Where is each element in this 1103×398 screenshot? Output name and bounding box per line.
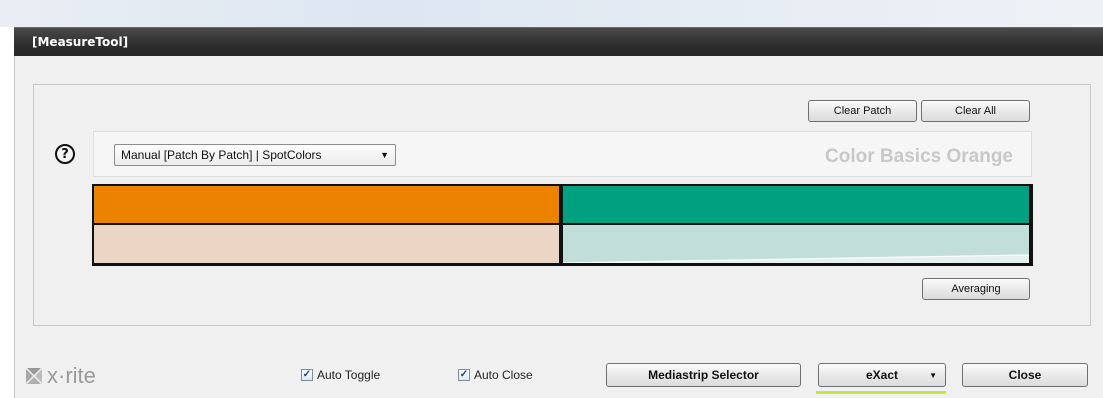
auto-toggle-label: Auto Toggle bbox=[317, 368, 381, 382]
checkbox-checked-icon: ✓ bbox=[301, 369, 313, 381]
patch-area bbox=[92, 184, 1033, 266]
patch-green-measured[interactable] bbox=[563, 225, 1029, 263]
device-label: eXact bbox=[865, 368, 899, 382]
patch-orange-target[interactable] bbox=[94, 186, 559, 223]
auto-close-label: Auto Close bbox=[474, 368, 533, 382]
xrite-logo-icon bbox=[26, 368, 42, 384]
auto-close-checkbox[interactable]: ✓ Auto Close bbox=[458, 368, 533, 382]
brand-text: x·rite bbox=[47, 363, 96, 388]
help-icon[interactable]: ? bbox=[55, 144, 75, 164]
clear-all-button[interactable]: Clear All bbox=[921, 100, 1030, 122]
checkbox-checked-icon: ✓ bbox=[458, 369, 470, 381]
device-select-button[interactable]: eXact ▼ bbox=[818, 363, 946, 387]
close-button[interactable]: Close bbox=[962, 363, 1088, 387]
chevron-down-icon: ▼ bbox=[380, 150, 389, 160]
patch-green-target[interactable] bbox=[563, 186, 1029, 223]
diagonal-split bbox=[563, 254, 1029, 263]
chevron-down-icon: ▼ bbox=[929, 371, 937, 380]
color-set-name: Color Basics Orange bbox=[825, 146, 1013, 167]
measure-mode-select[interactable]: Manual [Patch By Patch] | SpotColors ▼ bbox=[114, 144, 396, 166]
xrite-logo: x·rite bbox=[24, 363, 96, 389]
clear-patch-button[interactable]: Clear Patch bbox=[808, 100, 917, 122]
measure-mode-value: Manual [Patch By Patch] | SpotColors bbox=[121, 148, 322, 162]
auto-toggle-checkbox[interactable]: ✓ Auto Toggle bbox=[301, 368, 380, 382]
device-accent-underline bbox=[816, 391, 946, 394]
top-strip bbox=[0, 0, 1103, 27]
title-bar[interactable]: [MeasureTool] bbox=[14, 27, 1103, 57]
averaging-button[interactable]: Averaging bbox=[922, 278, 1030, 300]
window-title: [MeasureTool] bbox=[32, 35, 129, 49]
mediastrip-selector-button[interactable]: Mediastrip Selector bbox=[606, 363, 801, 387]
patch-orange-measured[interactable] bbox=[94, 225, 559, 263]
